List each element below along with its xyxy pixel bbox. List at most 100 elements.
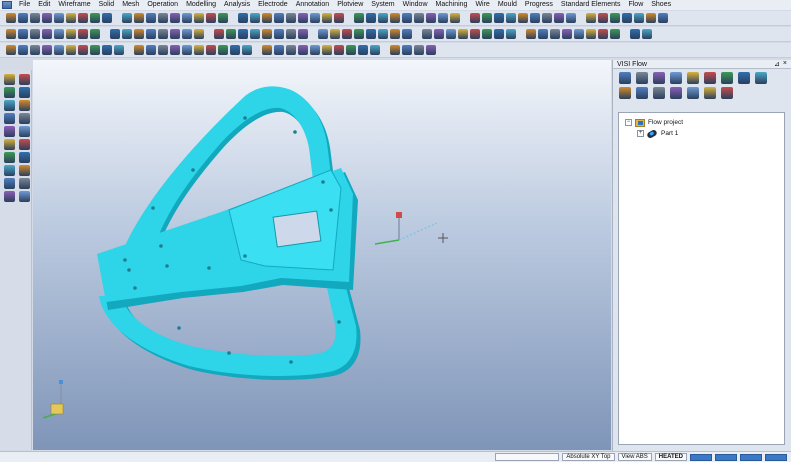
status-state[interactable]: HEATED (654, 453, 687, 461)
toolbar-tool-icon[interactable] (434, 29, 444, 39)
toolbar-tool-icon[interactable] (30, 29, 40, 39)
toolbar-tool-icon[interactable] (274, 13, 284, 23)
tree-item-part-1[interactable]: + Part 1 (625, 128, 778, 139)
command-input[interactable] (495, 453, 560, 461)
toolbar-tool-icon[interactable] (4, 152, 15, 163)
toolbar-tool-icon[interactable] (330, 29, 340, 39)
toolbar-tool-icon[interactable] (518, 13, 528, 23)
toolbar-tool-icon[interactable] (4, 87, 15, 98)
toolbar-tool-icon[interactable] (206, 45, 216, 55)
toolbar-tool-icon[interactable] (114, 45, 124, 55)
toolbar-tool-icon[interactable] (19, 100, 30, 111)
toolbar-tool-icon[interactable] (286, 29, 296, 39)
toolbar-tool-icon[interactable] (494, 13, 504, 23)
toolbar-tool-icon[interactable] (755, 72, 767, 84)
menu-shoes[interactable]: Shoes (647, 0, 675, 10)
toolbar-tool-icon[interactable] (226, 29, 236, 39)
toolbar-tool-icon[interactable] (494, 29, 504, 39)
toolbar-tool-icon[interactable] (530, 13, 540, 23)
toolbar-tool-icon[interactable] (619, 72, 631, 84)
toolbar-tool-icon[interactable] (687, 72, 699, 84)
toolbar-tool-icon[interactable] (526, 29, 536, 39)
menu-electrode[interactable]: Electrode (254, 0, 292, 10)
toolbar-tool-icon[interactable] (310, 13, 320, 23)
toolbar-tool-icon[interactable] (102, 45, 112, 55)
toolbar-tool-icon[interactable] (66, 13, 76, 23)
toolbar-tool-icon[interactable] (402, 45, 412, 55)
toolbar-tool-icon[interactable] (506, 13, 516, 23)
tree-collapse-toggle[interactable]: − (625, 119, 632, 126)
toolbar-tool-icon[interactable] (4, 113, 15, 124)
toolbar-tool-icon[interactable] (90, 13, 100, 23)
menu-wire[interactable]: Wire (471, 0, 493, 10)
toolbar-tool-icon[interactable] (66, 45, 76, 55)
toolbar-tool-icon[interactable] (19, 139, 30, 150)
toolbar-tool-icon[interactable] (322, 45, 332, 55)
toolbar-tool-icon[interactable] (636, 87, 648, 99)
toolbar-tool-icon[interactable] (158, 29, 168, 39)
toolbar-tool-icon[interactable] (610, 13, 620, 23)
toolbar-tool-icon[interactable] (146, 13, 156, 23)
toolbar-tool-icon[interactable] (422, 29, 432, 39)
toolbar-tool-icon[interactable] (342, 29, 352, 39)
menu-wireframe[interactable]: Wireframe (54, 0, 94, 10)
toolbar-tool-icon[interactable] (402, 29, 412, 39)
menu-flow[interactable]: Flow (624, 0, 647, 10)
toolbar-tool-icon[interactable] (704, 72, 716, 84)
toolbar-tool-icon[interactable] (158, 13, 168, 23)
toolbar-tool-icon[interactable] (134, 29, 144, 39)
toolbar-tool-icon[interactable] (566, 13, 576, 23)
toolbar-tool-icon[interactable] (482, 13, 492, 23)
toolbar-tool-icon[interactable] (30, 13, 40, 23)
tree-expand-toggle[interactable]: + (637, 130, 644, 137)
toolbar-tool-icon[interactable] (482, 29, 492, 39)
toolbar-tool-icon[interactable] (458, 29, 468, 39)
toolbar-tool-icon[interactable] (414, 45, 424, 55)
toolbar-tool-icon[interactable] (687, 87, 699, 99)
toolbar-tool-icon[interactable] (470, 13, 480, 23)
toolbar-tool-icon[interactable] (586, 29, 596, 39)
toolbar-tool-icon[interactable] (642, 29, 652, 39)
toolbar-tool-icon[interactable] (262, 45, 272, 55)
toolbar-tool-icon[interactable] (721, 87, 733, 99)
toolbar-tool-icon[interactable] (218, 13, 228, 23)
menu-plotview[interactable]: Plotview (333, 0, 367, 10)
toolbar-tool-icon[interactable] (390, 13, 400, 23)
toolbar-tool-icon[interactable] (18, 45, 28, 55)
toolbar-tool-icon[interactable] (19, 165, 30, 176)
toolbar-tool-icon[interactable] (446, 29, 456, 39)
toolbar-tool-icon[interactable] (78, 13, 88, 23)
toolbar-tool-icon[interactable] (636, 72, 648, 84)
toolbar-tool-icon[interactable] (182, 29, 192, 39)
toolbar-tool-icon[interactable] (19, 191, 30, 202)
toolbar-tool-icon[interactable] (658, 13, 668, 23)
menu-annotation[interactable]: Annotation (292, 0, 333, 10)
toolbar-tool-icon[interactable] (110, 29, 120, 39)
toolbar-tool-icon[interactable] (619, 87, 631, 99)
toolbar-tool-icon[interactable] (390, 29, 400, 39)
toolbar-tool-icon[interactable] (298, 45, 308, 55)
toolbar-tool-icon[interactable] (318, 29, 328, 39)
toolbar-tool-icon[interactable] (598, 29, 608, 39)
toolbar-tool-icon[interactable] (262, 13, 272, 23)
toolbar-tool-icon[interactable] (414, 13, 424, 23)
toolbar-tool-icon[interactable] (238, 13, 248, 23)
toolbar-tool-icon[interactable] (634, 13, 644, 23)
toolbar-tool-icon[interactable] (653, 87, 665, 99)
toolbar-tool-icon[interactable] (506, 29, 516, 39)
toolbar-tool-icon[interactable] (426, 13, 436, 23)
toolbar-tool-icon[interactable] (206, 13, 216, 23)
toolbar-tool-icon[interactable] (4, 139, 15, 150)
toolbar-tool-icon[interactable] (538, 29, 548, 39)
app-logo-icon[interactable] (2, 1, 12, 9)
toolbar-tool-icon[interactable] (19, 126, 30, 137)
toolbar-tool-icon[interactable] (182, 13, 192, 23)
toolbar-tool-icon[interactable] (562, 29, 572, 39)
toolbar-tool-icon[interactable] (146, 29, 156, 39)
menu-machining[interactable]: Machining (432, 0, 472, 10)
toolbar-tool-icon[interactable] (358, 45, 368, 55)
toolbar-tool-icon[interactable] (622, 13, 632, 23)
toolbar-tool-icon[interactable] (78, 29, 88, 39)
toolbar-tool-icon[interactable] (370, 45, 380, 55)
toolbar-tool-icon[interactable] (574, 29, 584, 39)
